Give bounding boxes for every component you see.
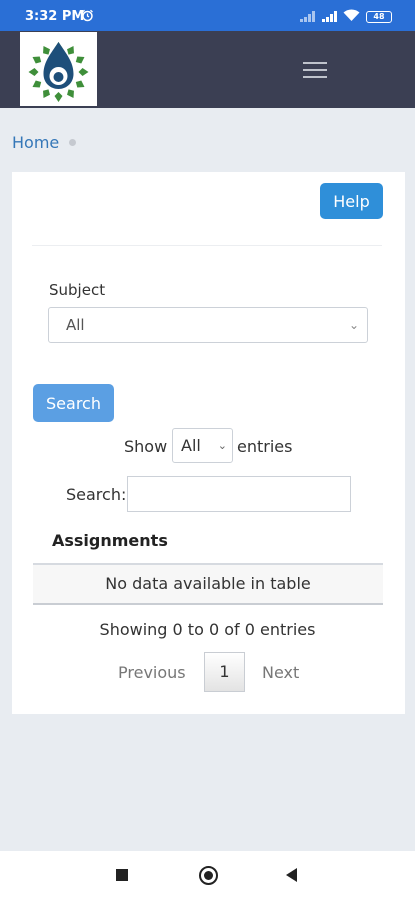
subject-select-value: All — [66, 316, 85, 334]
org-logo[interactable] — [20, 32, 97, 106]
hamburger-menu-icon[interactable] — [303, 62, 327, 80]
divider — [32, 245, 382, 246]
table-footer-border — [33, 603, 383, 605]
search-button[interactable]: Search — [33, 384, 114, 422]
table-empty-row: No data available in table — [33, 565, 383, 603]
breadcrumb: Home — [12, 133, 77, 152]
battery-icon: 48 — [366, 11, 392, 23]
page-length-value: All — [181, 436, 201, 455]
pagination-page-1[interactable]: 1 — [204, 652, 245, 692]
recents-icon[interactable] — [116, 869, 128, 881]
show-label: Show — [124, 437, 168, 456]
alarm-icon — [81, 9, 94, 26]
breadcrumb-separator-icon — [69, 139, 77, 146]
battery-level: 48 — [373, 12, 385, 21]
table-search-label: Search: — [66, 485, 127, 504]
help-button[interactable]: Help — [320, 183, 383, 219]
subject-label: Subject — [49, 281, 106, 299]
entries-label: entries — [237, 437, 293, 456]
table-info: Showing 0 to 0 of 0 entries — [99, 620, 316, 639]
page-length-select[interactable]: All ⌄ — [172, 428, 233, 463]
home-icon[interactable] — [199, 866, 218, 885]
breadcrumb-home-link[interactable]: Home — [12, 133, 59, 152]
table-search-input[interactable] — [127, 476, 351, 512]
signal-icon — [322, 11, 338, 26]
chevron-down-icon: ⌄ — [217, 439, 227, 452]
chevron-down-icon: ⌄ — [348, 318, 359, 332]
status-bar: 3:32 PM 48 — [0, 0, 415, 31]
signal-icon — [300, 11, 316, 26]
subject-select[interactable]: All ⌄ — [48, 307, 368, 343]
table-column-header-assignments[interactable]: Assignments — [52, 531, 168, 550]
wifi-icon — [343, 9, 360, 26]
status-time: 3:32 PM — [25, 9, 85, 24]
pagination-previous[interactable]: Previous — [118, 663, 186, 682]
pagination-next[interactable]: Next — [262, 663, 299, 682]
back-icon[interactable] — [286, 868, 297, 882]
